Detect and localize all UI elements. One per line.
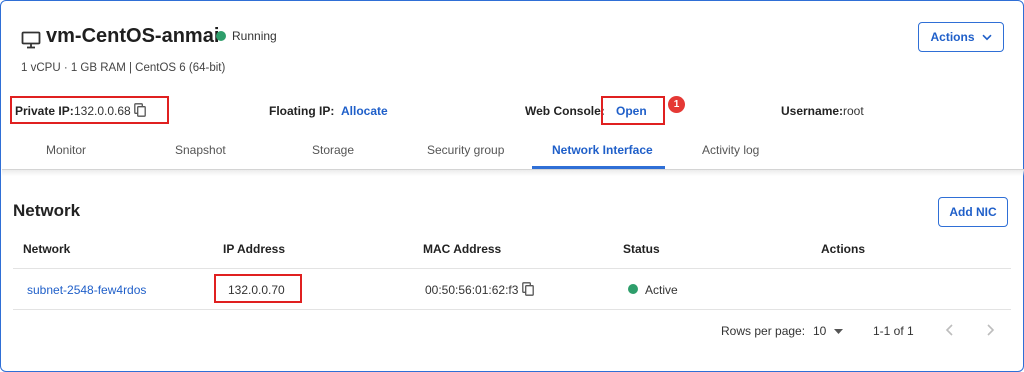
vm-detail-panel: vm-CentOS-anmai Running 1 vCPU · 1 GB RA…: [0, 0, 1024, 372]
tab-storage[interactable]: Storage: [312, 143, 354, 157]
previous-page-icon[interactable]: [942, 322, 958, 338]
table-header-divider: [13, 268, 1011, 269]
vm-status-text: Running: [232, 29, 277, 43]
rows-per-page-value: 10: [813, 324, 827, 338]
pagination-range: 1-1 of 1: [873, 324, 914, 338]
tab-security-group[interactable]: Security group: [427, 143, 504, 157]
row-ip-address: 132.0.0.70: [228, 283, 285, 297]
chevron-down-icon: [981, 34, 992, 40]
actions-dropdown-button[interactable]: Actions: [918, 22, 1004, 52]
copy-private-ip-icon[interactable]: [134, 103, 146, 117]
column-header-mac-address: MAC Address: [423, 242, 502, 256]
username-value: root: [843, 104, 864, 118]
add-nic-button[interactable]: Add NIC: [938, 197, 1008, 227]
column-header-actions: Actions: [821, 242, 866, 256]
tabs-shadow: [2, 170, 1024, 176]
row-mac-address: 00:50:56:01:62:f3: [425, 283, 519, 297]
allocate-floating-ip-link[interactable]: Allocate: [341, 104, 388, 118]
column-header-status: Status: [623, 242, 660, 256]
tab-network-interface[interactable]: Network Interface: [552, 143, 653, 157]
vm-specs: 1 vCPU · 1 GB RAM | CentOS 6 (64-bit): [21, 62, 226, 74]
step-number-badge: 1: [668, 96, 685, 113]
column-header-ip-address: IP Address: [223, 242, 286, 256]
open-web-console-link[interactable]: Open: [616, 104, 647, 118]
active-status-dot: [628, 284, 638, 294]
rows-per-page-label: Rows per page:: [721, 324, 806, 338]
next-page-icon[interactable]: [982, 322, 998, 338]
actions-button-label: Actions: [930, 30, 975, 44]
monitor-icon: [21, 31, 41, 49]
tab-snapshot[interactable]: Snapshot: [175, 143, 226, 157]
running-status-dot: [216, 31, 226, 41]
tab-monitor[interactable]: Monitor: [46, 143, 86, 157]
row-status: Active: [645, 283, 678, 297]
column-header-network: Network: [23, 242, 71, 256]
vm-name-title: vm-CentOS-anmai: [46, 25, 220, 47]
table-row-divider: [13, 309, 1011, 310]
username-label: Username:: [781, 104, 844, 118]
rows-per-page-select[interactable]: 10: [813, 324, 844, 338]
tab-activity-log[interactable]: Activity log: [702, 143, 759, 157]
web-console-label: Web Console:: [525, 104, 605, 118]
copy-mac-address-icon[interactable]: [522, 282, 534, 296]
floating-ip-label: Floating IP:: [269, 104, 335, 118]
caret-down-icon: [834, 328, 844, 334]
private-ip-value: 132.0.0.68: [74, 104, 131, 118]
network-section-title: Network: [13, 201, 81, 220]
private-ip-label: Private IP:: [15, 104, 74, 118]
row-network-link[interactable]: subnet-2548-few4rdos: [27, 283, 146, 297]
